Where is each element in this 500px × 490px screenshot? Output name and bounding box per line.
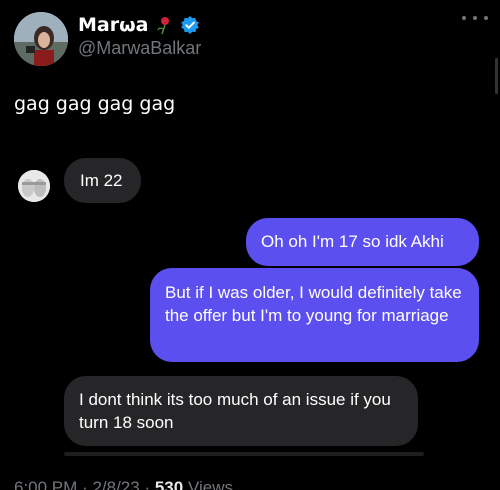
tweet-metadata: 6:00 PM · 2/8/23 · 530 Views [14, 478, 233, 490]
author-avatar[interactable] [14, 12, 68, 66]
message-bubble-sent: Oh oh I'm 17 so idk Akhi [246, 218, 479, 266]
verified-badge-icon[interactable] [180, 15, 200, 35]
author-name-row[interactable]: Marωa [78, 14, 200, 36]
views-count: 530 [154, 478, 184, 490]
author-handle[interactable]: @MarwaBalkar [78, 38, 201, 59]
message-edge [64, 452, 424, 456]
message-bubble-received: Im 22 [64, 158, 141, 203]
scrollbar[interactable] [495, 58, 498, 94]
views-label: Views [187, 478, 233, 490]
message-bubble-received: I dont think its too much of an issue if… [64, 376, 418, 446]
tweet-date[interactable]: 2/8/23 [92, 478, 139, 490]
tweet-time[interactable]: 6:00 PM [14, 478, 77, 490]
dm-contact-avatar [18, 170, 50, 202]
message-bubble-sent: But if I was older, I would definitely t… [150, 268, 479, 362]
more-options-icon[interactable] [462, 8, 488, 28]
author-name[interactable]: Marωa [78, 14, 148, 36]
tweet-text: gag gag gag gag [14, 93, 176, 115]
rose-icon [154, 15, 174, 35]
profile-photo-avatar [14, 12, 68, 66]
tweet-page: Marωa @MarwaBalkar gag gag gag gag Im 22… [0, 0, 500, 490]
